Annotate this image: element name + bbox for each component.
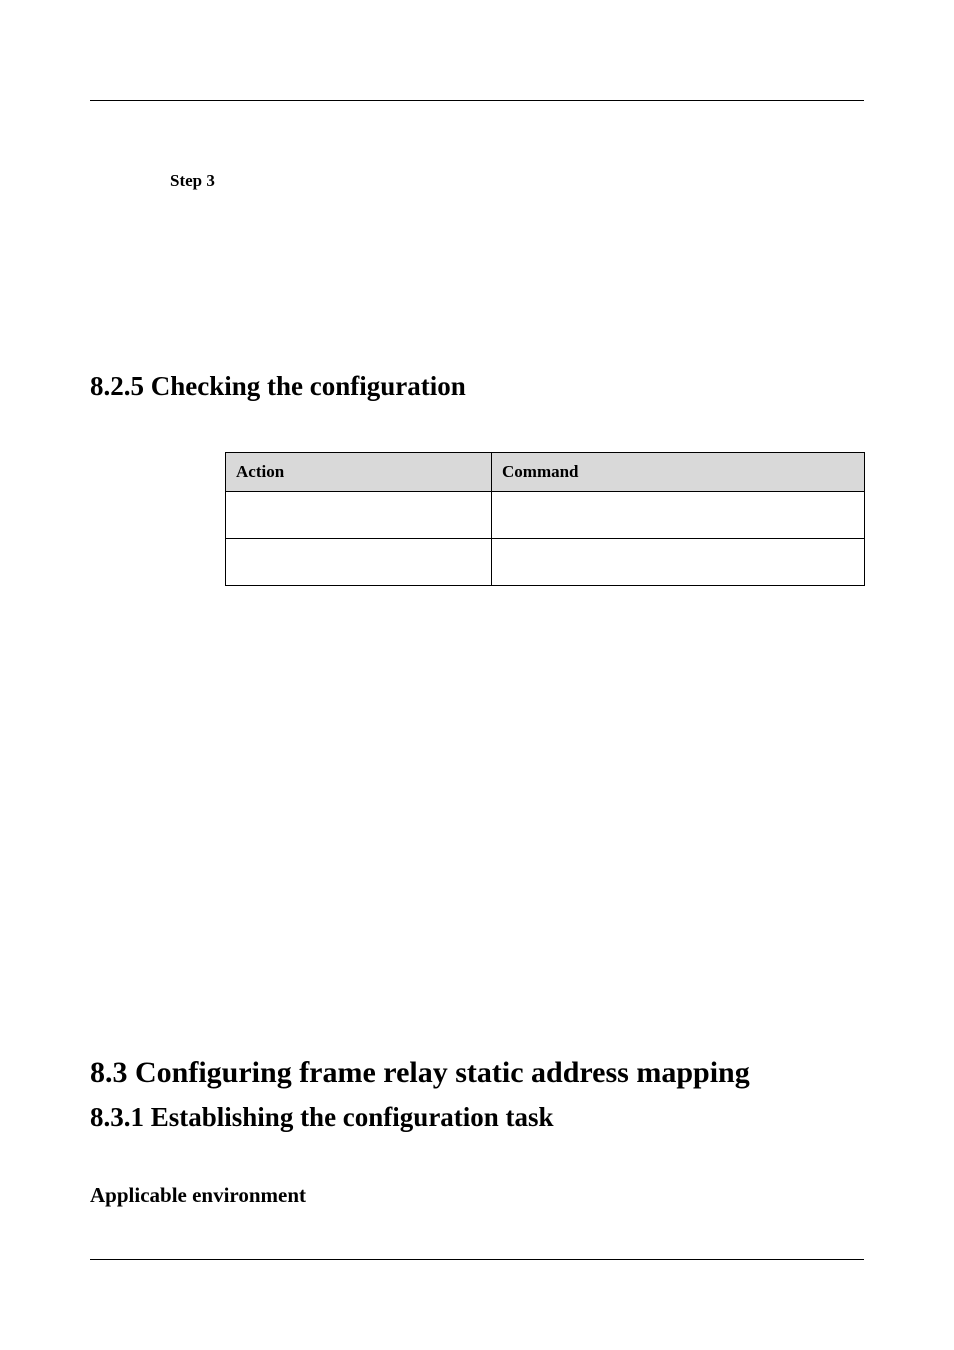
heading-8-3: 8.3 Configuring frame relay static addre… — [90, 1056, 864, 1090]
heading-8-2-5: 8.2.5 Checking the configuration — [90, 371, 864, 402]
step-label: Step 3 — [170, 171, 864, 191]
table-header-action: Action — [226, 453, 492, 492]
table-cell-command — [492, 492, 865, 539]
table-header-row: Action Command — [226, 453, 865, 492]
table-cell-action — [226, 492, 492, 539]
table-cell-action — [226, 539, 492, 586]
heading-8-3-1: 8.3.1 Establishing the configuration tas… — [90, 1102, 864, 1133]
top-rule — [90, 100, 864, 101]
table-header-command: Command — [492, 453, 865, 492]
table-cell-command — [492, 539, 865, 586]
bottom-rule — [90, 1259, 864, 1260]
page: Step 3 8.2.5 Checking the configuration … — [0, 0, 954, 1350]
heading-applicable-environment: Applicable environment — [90, 1183, 864, 1208]
config-table: Action Command — [225, 452, 865, 586]
table-row — [226, 492, 865, 539]
config-table-wrap: Action Command — [225, 452, 864, 586]
table-row — [226, 539, 865, 586]
